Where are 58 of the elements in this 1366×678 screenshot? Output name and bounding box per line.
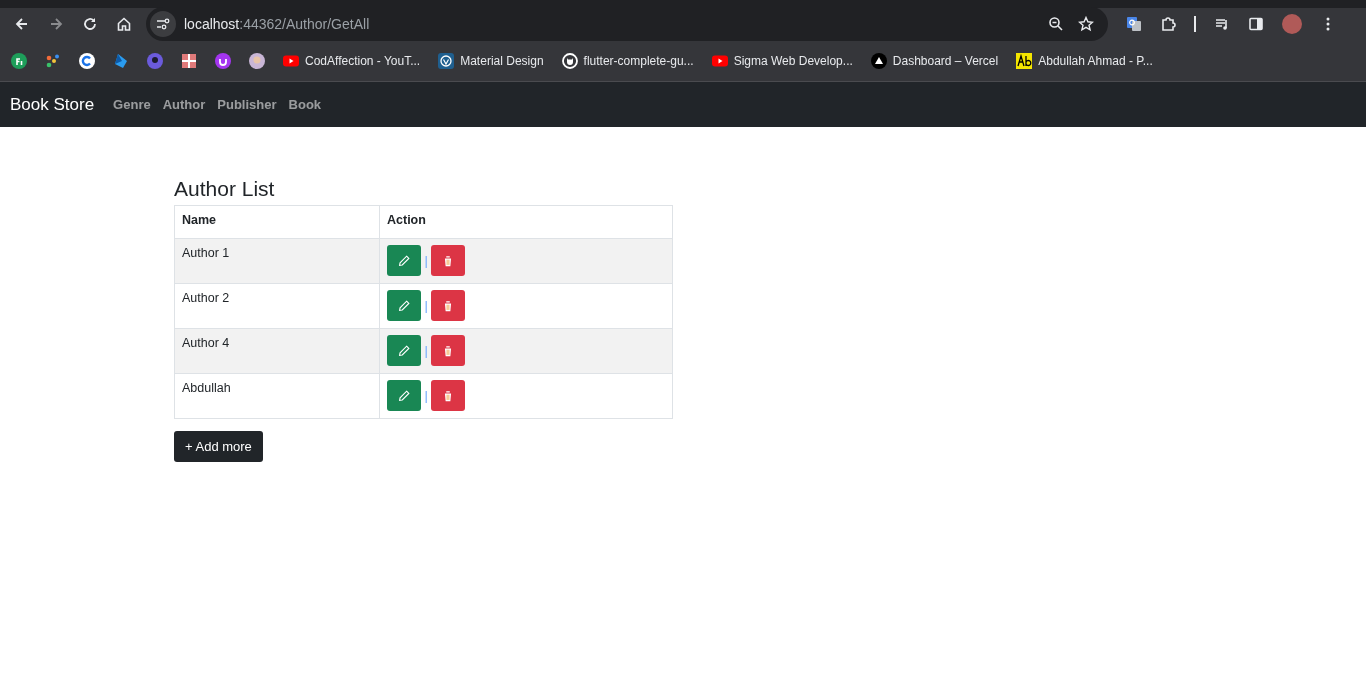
- translate-icon[interactable]: [1126, 16, 1142, 32]
- add-more-button[interactable]: + Add more: [174, 431, 263, 462]
- bookmark-link[interactable]: flutter-complete-gu...: [583, 53, 694, 68]
- separator-text: |: [424, 253, 428, 268]
- side-panel-icon[interactable]: [1248, 16, 1264, 32]
- bookmark-link[interactable]: Sigma Web Develop...: [733, 53, 853, 68]
- nav-link[interactable]: Genre: [113, 97, 151, 112]
- separator-text: |: [424, 343, 428, 358]
- delete-button[interactable]: [431, 335, 466, 366]
- table-cell: Author 1: [174, 238, 380, 284]
- bookmark-link[interactable]: CodAffection - YouT...: [305, 53, 421, 68]
- address-bar[interactable]: localhost:44362/Author/GetAll: [146, 7, 1108, 41]
- grid-icon[interactable]: [181, 52, 197, 69]
- table-cell: Author 4: [174, 328, 380, 374]
- delete-button[interactable]: [431, 290, 466, 321]
- nav-link[interactable]: Publisher: [217, 97, 277, 112]
- home-icon[interactable]: [116, 16, 132, 32]
- delete-button[interactable]: [431, 245, 466, 276]
- pencil-icon: [397, 253, 411, 268]
- puzzle-icon[interactable]: [1160, 16, 1176, 32]
- pencil-icon: [397, 388, 411, 403]
- pencil-icon: [397, 298, 411, 313]
- pencil-icon: [397, 343, 411, 358]
- bookmark-link[interactable]: Abdullah Ahmad - P...: [1038, 53, 1153, 68]
- bookmark-icon[interactable]: [11, 52, 27, 69]
- separator-text: |: [424, 388, 428, 403]
- forward-icon[interactable]: [48, 16, 64, 32]
- badge-icon[interactable]: [438, 52, 455, 69]
- page-title: Author List: [174, 177, 276, 201]
- star-icon[interactable]: [1078, 16, 1094, 32]
- table-cell: Abdullah: [174, 373, 380, 419]
- avatar-icon[interactable]: [249, 52, 265, 69]
- edit-button[interactable]: [387, 290, 421, 321]
- nav-link[interactable]: Author: [162, 97, 206, 112]
- letter-c-icon[interactable]: [79, 52, 95, 69]
- back-icon[interactable]: [14, 16, 30, 32]
- url-text: localhost:44362/Author/GetAll: [184, 16, 370, 32]
- zoom-icon[interactable]: [1048, 16, 1064, 32]
- ab-logo-icon[interactable]: [1016, 52, 1033, 69]
- letter-u-icon[interactable]: [215, 52, 231, 69]
- site-settings-icon[interactable]: [150, 11, 176, 37]
- edit-button[interactable]: [387, 245, 421, 276]
- profile-avatar-icon[interactable]: [1282, 14, 1302, 34]
- column-header: Action: [379, 205, 673, 239]
- column-header: Name: [174, 205, 380, 239]
- delete-button[interactable]: [431, 380, 466, 411]
- reload-icon[interactable]: [82, 16, 98, 32]
- cat-logo-icon[interactable]: [561, 52, 578, 69]
- edit-button[interactable]: [387, 380, 421, 411]
- nav-link[interactable]: Book: [288, 97, 322, 112]
- edit-button[interactable]: [387, 335, 421, 366]
- brand-link[interactable]: Book Store: [10, 94, 95, 115]
- bookmark-link[interactable]: Material Design: [460, 53, 544, 68]
- table-cell: Author 2: [174, 283, 380, 329]
- playlist-icon[interactable]: [1214, 16, 1230, 32]
- separator-text: |: [424, 298, 428, 313]
- dots-icon[interactable]: [45, 52, 61, 69]
- bookmark-link[interactable]: Dashboard – Vercel: [892, 53, 999, 68]
